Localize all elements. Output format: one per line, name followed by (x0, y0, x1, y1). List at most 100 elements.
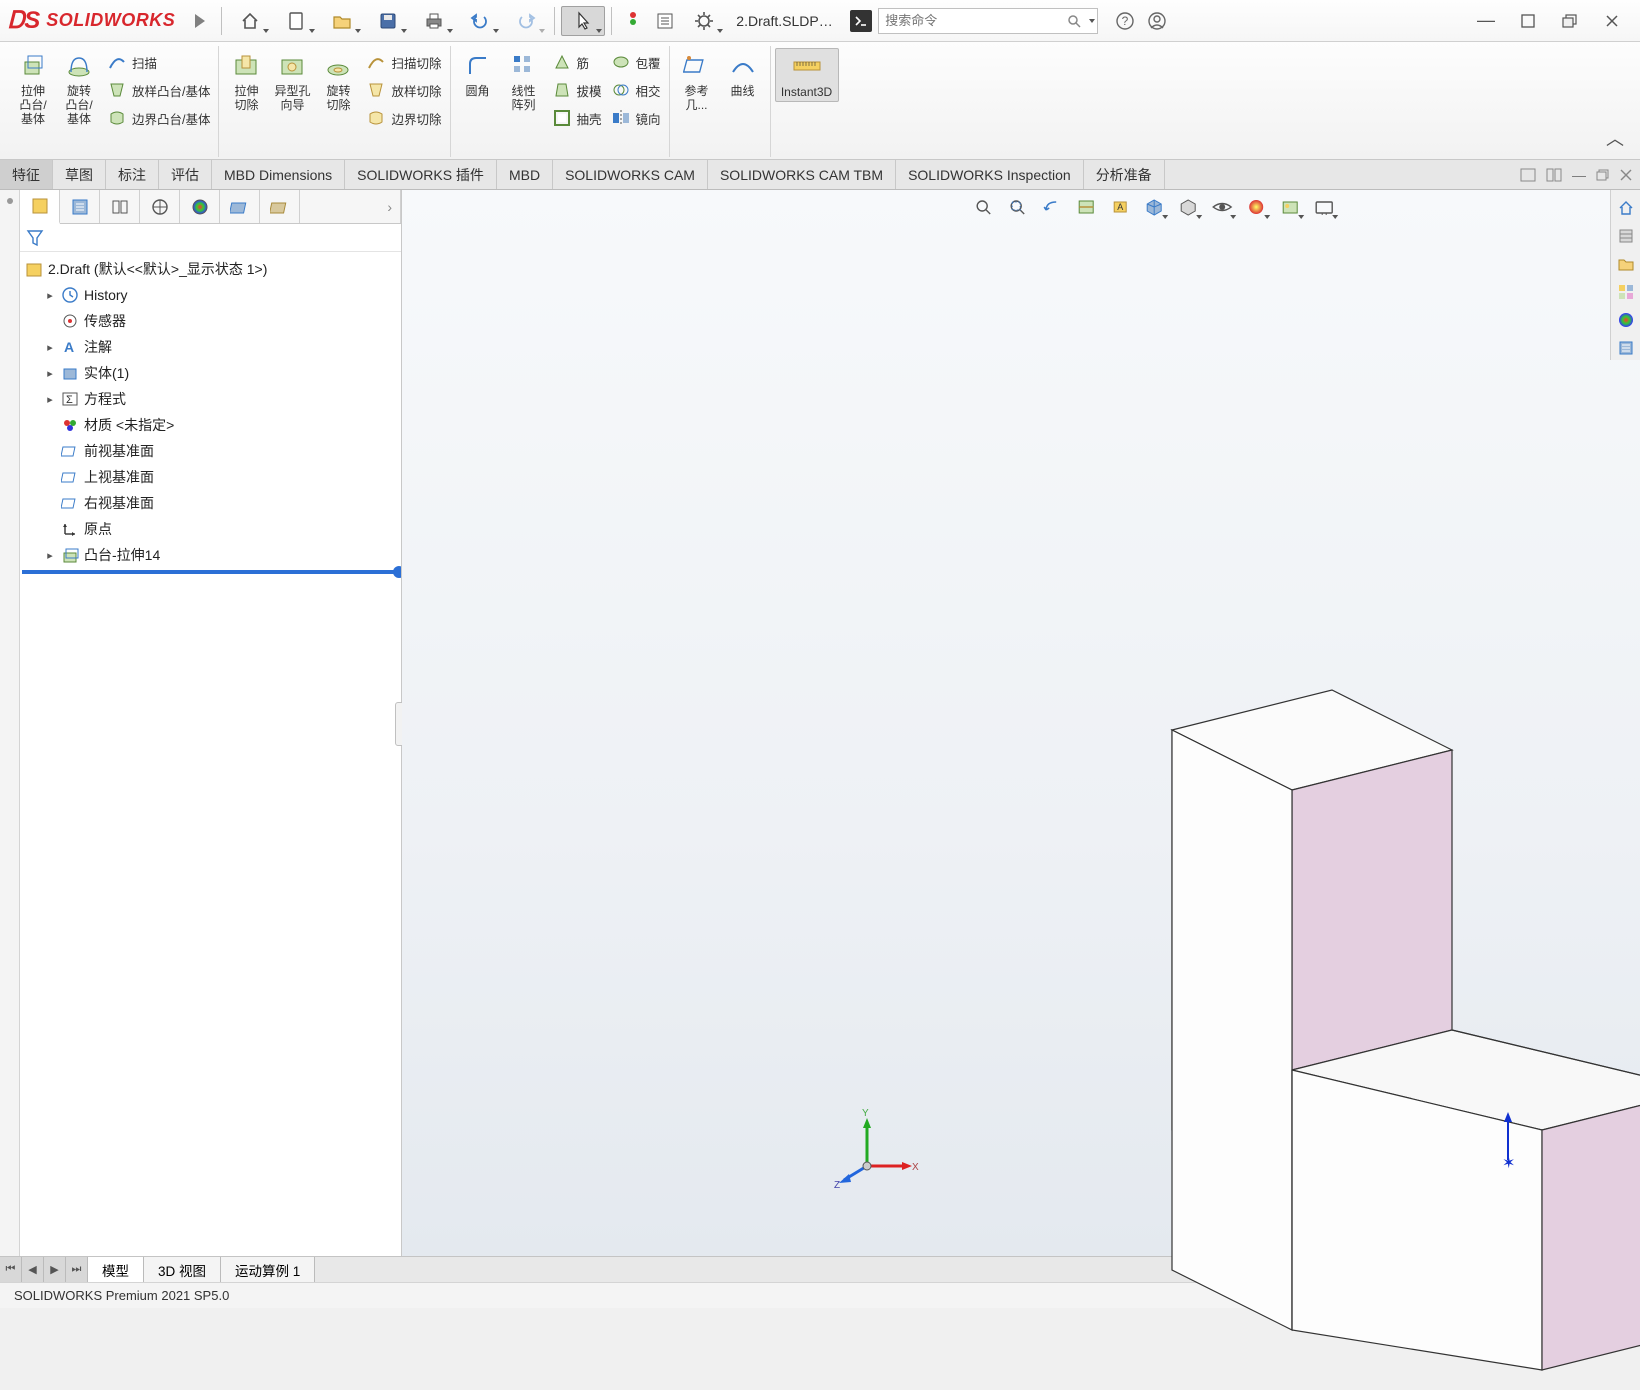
extrude-cut-button[interactable]: 拉伸 切除 (223, 48, 269, 114)
tree-material[interactable]: 材质 <未指定> (22, 412, 399, 438)
settings-button[interactable] (682, 6, 726, 36)
search-icon[interactable] (1067, 14, 1081, 28)
hide-show-button[interactable] (1207, 194, 1237, 220)
curves-button[interactable]: 曲线 (720, 48, 766, 100)
expand-icon[interactable]: ▸ (44, 549, 56, 562)
tab-analysis[interactable]: 分析准备 (1084, 160, 1165, 189)
fm-tab-appear[interactable] (220, 190, 260, 223)
tab-last-button[interactable]: ⏭ (66, 1257, 88, 1282)
model-view[interactable] (1082, 670, 1640, 1390)
fm-tab-tree[interactable] (20, 190, 60, 224)
intersect-button[interactable]: 相交 (606, 76, 665, 104)
tree-top-plane[interactable]: 上视基准面 (22, 464, 399, 490)
undo-button[interactable] (458, 6, 502, 36)
expand-icon[interactable]: ▸ (44, 367, 56, 380)
mdi-tile2-icon[interactable] (1546, 168, 1562, 182)
tree-feature-extrude[interactable]: ▸凸台-拉伸14 (22, 542, 399, 568)
appearance-button[interactable] (1241, 194, 1271, 220)
tab-annotate[interactable]: 标注 (106, 160, 159, 189)
mdi-minimize-button[interactable]: — (1572, 167, 1586, 183)
expand-icon[interactable]: ▸ (44, 341, 56, 354)
view-settings-button[interactable] (1309, 194, 1339, 220)
fm-tab-display[interactable] (180, 190, 220, 223)
loft-boss-button[interactable]: 放样凸台/基体 (102, 76, 214, 104)
bottom-tab-model[interactable]: 模型 (88, 1257, 144, 1282)
linear-pattern-button[interactable]: 线性 阵列 (501, 48, 547, 114)
tab-cam-tbm[interactable]: SOLIDWORKS CAM TBM (708, 160, 896, 189)
expand-icon[interactable]: ▸ (44, 393, 56, 406)
fillet-button[interactable]: 圆角 (455, 48, 501, 100)
print-button[interactable] (412, 6, 456, 36)
viewport[interactable]: A (402, 190, 1640, 1256)
rib-button[interactable]: 筋 (547, 48, 606, 76)
search-dropdown-icon[interactable] (1089, 19, 1095, 23)
view-triad[interactable]: X Y Z (832, 1106, 922, 1196)
tree-front-plane[interactable]: 前视基准面 (22, 438, 399, 464)
section-view-button[interactable] (1071, 194, 1101, 220)
revolve-boss-button[interactable]: 旋转 凸台/ 基体 (56, 48, 102, 128)
fm-tab-more[interactable]: › (300, 190, 401, 223)
expand-icon[interactable]: ▸ (44, 289, 56, 302)
search-box[interactable] (878, 8, 1098, 34)
rail-properties-icon[interactable] (1614, 336, 1638, 360)
view-orient-button[interactable] (1139, 194, 1169, 220)
ribbon-collapse-button[interactable]: ︿ (1596, 119, 1634, 157)
hole-wizard-button[interactable]: 异型孔 向导 (269, 48, 315, 114)
dynamic-annotation-button[interactable]: A (1105, 194, 1135, 220)
open-button[interactable] (320, 6, 364, 36)
tab-features[interactable]: 特征 (0, 160, 53, 189)
fm-tab-extra[interactable] (260, 190, 300, 223)
fm-filter-row[interactable] (20, 224, 401, 252)
command-prompt-icon[interactable] (850, 10, 872, 32)
tree-history[interactable]: ▸History (22, 282, 399, 308)
user-button[interactable] (1142, 6, 1172, 36)
tab-mbd-dims[interactable]: MBD Dimensions (212, 160, 345, 189)
tree-annotations[interactable]: ▸A注解 (22, 334, 399, 360)
rail-appearance-icon[interactable] (1614, 308, 1638, 332)
tab-evaluate[interactable]: 评估 (159, 160, 212, 189)
ref-geometry-button[interactable]: 参考 几... (674, 48, 720, 114)
tab-prev-button[interactable]: ◀ (22, 1257, 44, 1282)
shell-button[interactable]: 抽壳 (547, 104, 606, 132)
rail-library-icon[interactable] (1614, 224, 1638, 248)
properties-button[interactable] (650, 6, 680, 36)
select-button[interactable] (561, 6, 605, 36)
sweep-boss-button[interactable]: 扫描 (102, 48, 214, 76)
redo-button[interactable] (504, 6, 548, 36)
boundary-cut-button[interactable]: 边界切除 (361, 104, 445, 132)
tab-first-button[interactable]: ⏮ (0, 1257, 22, 1282)
rail-home-icon[interactable] (1614, 196, 1638, 220)
revolve-cut-button[interactable]: 旋转 切除 (315, 48, 361, 114)
tab-sketch[interactable]: 草图 (53, 160, 106, 189)
tree-right-plane[interactable]: 右视基准面 (22, 490, 399, 516)
rail-folder-icon[interactable] (1614, 252, 1638, 276)
tree-equations[interactable]: ▸Σ方程式 (22, 386, 399, 412)
display-style-button[interactable] (1173, 194, 1203, 220)
instant3d-button[interactable]: Instant3D (775, 48, 839, 102)
boundary-boss-button[interactable]: 边界凸台/基体 (102, 104, 214, 132)
loft-cut-button[interactable]: 放样切除 (361, 76, 445, 104)
minimize-button[interactable]: — (1474, 9, 1498, 33)
maximize-button[interactable] (1516, 9, 1540, 33)
search-input[interactable] (885, 13, 1061, 28)
sweep-cut-button[interactable]: 扫描切除 (361, 48, 445, 76)
tree-root[interactable]: 2.Draft (默认<<默认>_显示状态 1>) (22, 256, 399, 282)
mdi-restore-button[interactable] (1596, 169, 1610, 181)
save-button[interactable] (366, 6, 410, 36)
fm-tab-property[interactable] (60, 190, 100, 223)
mdi-tile1-icon[interactable] (1520, 168, 1536, 182)
bottom-tab-motion[interactable]: 运动算例 1 (221, 1257, 315, 1282)
home-button[interactable] (228, 6, 272, 36)
rail-view-palette-icon[interactable] (1614, 280, 1638, 304)
fm-tab-dim[interactable] (140, 190, 180, 223)
fm-tab-config[interactable] (100, 190, 140, 223)
restore-button[interactable] (1558, 9, 1582, 33)
scene-button[interactable] (1275, 194, 1305, 220)
wrap-button[interactable]: 包覆 (606, 48, 665, 76)
prev-view-button[interactable] (1037, 194, 1067, 220)
tree-solid-bodies[interactable]: ▸实体(1) (22, 360, 399, 386)
rollback-bar[interactable] (22, 570, 399, 574)
traffic-light-icon[interactable] (618, 6, 648, 36)
tree-sensors[interactable]: 传感器 (22, 308, 399, 334)
tab-inspection[interactable]: SOLIDWORKS Inspection (896, 160, 1084, 189)
